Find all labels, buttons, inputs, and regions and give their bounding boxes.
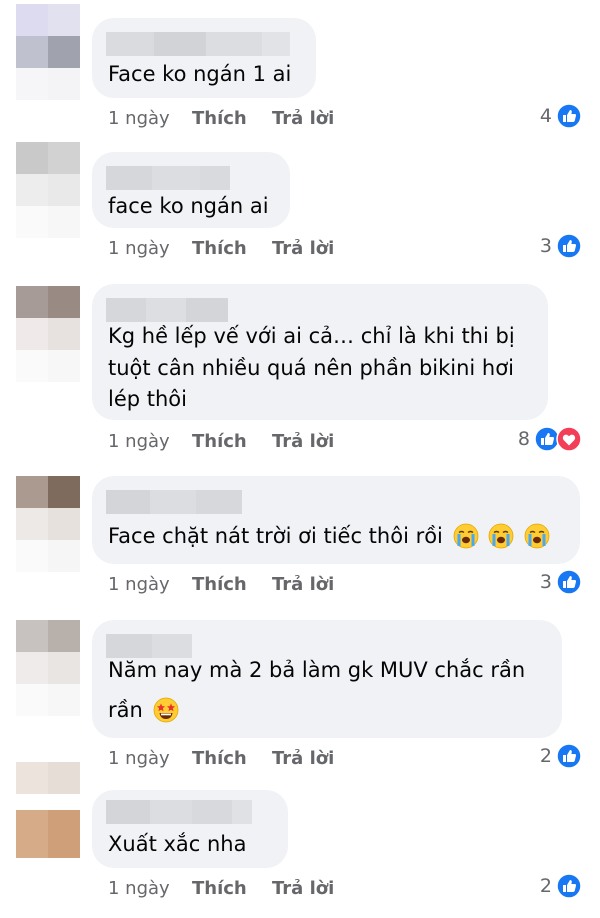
love-icon	[556, 426, 582, 452]
comment-text-line: Kg hề lếp vế với ai cả… chỉ là khi thi b…	[108, 324, 515, 348]
reaction-count: 8	[517, 428, 530, 450]
timestamp[interactable]: 1 ngày	[108, 748, 192, 769]
comment-actions: 1 ngày Thích Trả lời	[108, 876, 334, 900]
avatar[interactable]	[16, 142, 80, 238]
avatar[interactable]	[16, 476, 80, 572]
reaction-count: 3	[539, 571, 552, 593]
loudly-crying-face-icon	[453, 523, 478, 549]
reaction-count: 2	[539, 745, 552, 767]
like-icon	[556, 569, 582, 595]
comment-actions: 1 ngày Thích Trả lời	[108, 429, 334, 453]
avatar[interactable]	[16, 4, 80, 100]
like-icon	[556, 743, 582, 769]
like-button[interactable]: Thích	[192, 431, 272, 452]
timestamp[interactable]: 1 ngày	[108, 431, 192, 452]
reply-button[interactable]: Trả lời	[272, 574, 334, 595]
comment-text-line: lép thôi	[108, 387, 187, 411]
comment-text-content: rần	[108, 698, 143, 722]
timestamp[interactable]: 1 ngày	[108, 238, 192, 259]
like-button[interactable]: Thích	[192, 238, 272, 259]
timestamp[interactable]: 1 ngày	[108, 574, 192, 595]
loudly-crying-face-icon	[524, 523, 550, 549]
comment-text-line: tuột cân nhiều quá nên phần bikini hơi	[108, 356, 514, 380]
comment-text: Face chặt nát trời ơi tiếc thôi rồi	[108, 520, 550, 552]
comment-actions: 1 ngày Thích Trả lời	[108, 746, 334, 770]
comment-bubble: Face ko ngán 1 ai	[92, 18, 316, 98]
reaction-count: 3	[539, 235, 552, 257]
comment-actions: 1 ngày Thích Trả lời	[108, 106, 334, 130]
author-name-blurred[interactable]	[106, 490, 242, 514]
like-icon	[556, 873, 582, 899]
reply-button[interactable]: Trả lời	[272, 748, 334, 769]
reaction-summary[interactable]: 2	[540, 873, 582, 899]
comment-bubble: Kg hề lếp vế với ai cả… chỉ là khi thi b…	[92, 284, 548, 420]
comment-text-line: rần	[108, 694, 179, 726]
like-button[interactable]: Thích	[192, 878, 272, 899]
author-name-blurred[interactable]	[106, 298, 228, 322]
like-button[interactable]: Thích	[192, 108, 272, 129]
like-icon	[556, 233, 582, 259]
reply-button[interactable]: Trả lời	[272, 878, 334, 899]
comment-text-content: Face chặt nát trời ơi tiếc thôi rồi	[108, 524, 443, 548]
avatar[interactable]	[16, 620, 80, 716]
author-name-blurred[interactable]	[106, 32, 290, 56]
comment-text: Face ko ngán 1 ai	[108, 62, 292, 86]
reaction-count: 4	[539, 105, 552, 127]
reaction-summary[interactable]: 2	[540, 743, 582, 769]
author-name-blurred[interactable]	[106, 800, 252, 824]
loudly-crying-face-icon	[488, 523, 514, 549]
comment-bubble: face ko ngán ai	[92, 152, 290, 228]
comment-text: face ko ngán ai	[108, 194, 269, 218]
reaction-count: 2	[539, 875, 552, 897]
like-button[interactable]: Thích	[192, 574, 272, 595]
reaction-summary[interactable]: 8	[518, 426, 582, 452]
star-struck-face-icon	[153, 697, 178, 723]
avatar[interactable]	[16, 286, 80, 382]
reaction-summary[interactable]: 3	[540, 233, 582, 259]
comment-actions: 1 ngày Thích Trả lời	[108, 572, 334, 596]
like-button[interactable]: Thích	[192, 748, 272, 769]
comment-text: Xuất xắc nha	[108, 832, 247, 856]
reaction-summary[interactable]: 4	[540, 103, 582, 129]
timestamp[interactable]: 1 ngày	[108, 108, 192, 129]
comment-text-line: Năm nay mà 2 bả làm gk MUV chắc rần	[108, 658, 526, 682]
reply-button[interactable]: Trả lời	[272, 108, 334, 129]
reply-button[interactable]: Trả lời	[272, 431, 334, 452]
reply-button[interactable]: Trả lời	[272, 238, 334, 259]
reaction-summary[interactable]: 3	[540, 569, 582, 595]
comment-actions: 1 ngày Thích Trả lời	[108, 236, 334, 260]
like-icon	[556, 103, 582, 129]
author-name-blurred[interactable]	[106, 166, 230, 190]
avatar[interactable]	[16, 762, 80, 858]
timestamp[interactable]: 1 ngày	[108, 878, 192, 899]
comment-bubble: Năm nay mà 2 bả làm gk MUV chắc rần rần	[92, 620, 562, 738]
comment-bubble: Xuất xắc nha	[92, 790, 288, 868]
comment-bubble: Face chặt nát trời ơi tiếc thôi rồi	[92, 476, 580, 564]
